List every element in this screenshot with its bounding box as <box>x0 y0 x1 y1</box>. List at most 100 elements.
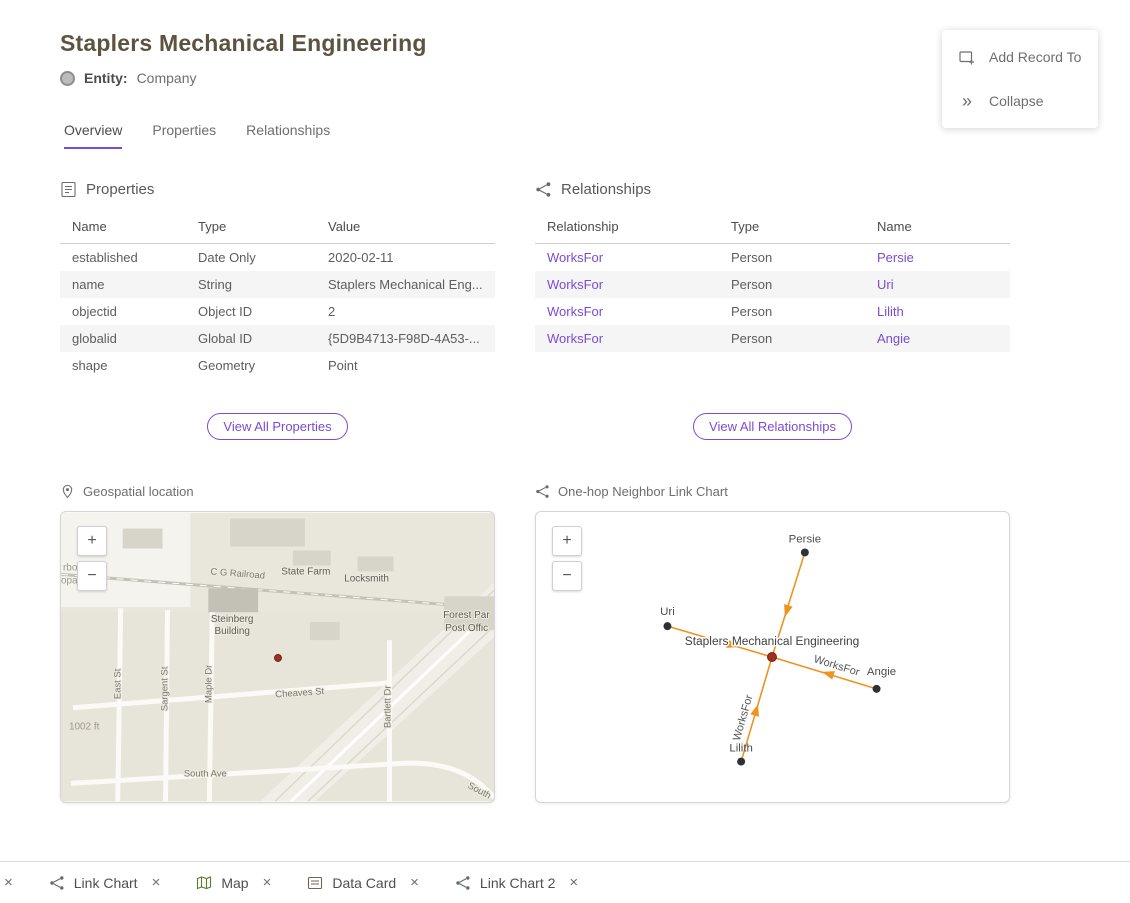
close-icon[interactable]: × <box>263 874 272 891</box>
table-row: WorksFor Person Persie <box>535 244 1010 271</box>
data-card-icon <box>307 875 323 891</box>
menu-item-collapse[interactable]: » Collapse <box>942 79 1098 123</box>
relationship-link[interactable]: WorksFor <box>535 271 723 298</box>
menu-item-label: Add Record To <box>989 49 1081 65</box>
table-header: Name Type Value <box>60 212 495 244</box>
link-chart-panel: + − <box>535 511 1010 803</box>
entity-link[interactable]: Lilith <box>869 298 1010 325</box>
zoom-out-button[interactable]: − <box>552 561 582 591</box>
link-chart-icon <box>49 875 65 891</box>
map-zoom-controls: + − <box>77 526 107 591</box>
entity-link[interactable]: Uri <box>869 271 1010 298</box>
relationships-icon <box>535 181 552 198</box>
col-header: Relationship <box>535 212 723 243</box>
tab-link-chart[interactable]: Link Chart × <box>49 874 161 891</box>
tab-properties[interactable]: Properties <box>152 122 216 149</box>
tab-overview[interactable]: Overview <box>64 122 122 149</box>
node-label: Persie <box>789 533 821 545</box>
tab-label: Link Chart 2 <box>480 875 555 891</box>
zoom-in-button[interactable]: + <box>77 526 107 556</box>
geospatial-section-title: Geospatial location <box>83 484 194 499</box>
node-persie[interactable] <box>801 548 809 556</box>
building <box>208 588 258 612</box>
node-uri[interactable] <box>663 622 671 630</box>
view-all-properties-button[interactable]: View All Properties <box>207 413 347 440</box>
tab-link-chart-2[interactable]: Link Chart 2 × <box>455 874 578 891</box>
add-record-icon <box>958 48 976 66</box>
link-chart-section-title: One-hop Neighbor Link Chart <box>558 484 728 499</box>
map-label: Building <box>215 626 250 637</box>
context-menu: Add Record To » Collapse <box>942 30 1098 128</box>
properties-section-title: Properties <box>86 181 154 198</box>
node-lilith[interactable] <box>737 758 745 766</box>
tab-label: Data Card <box>332 875 396 891</box>
menu-item-label: Collapse <box>989 93 1043 109</box>
link-chart-icon <box>455 875 471 891</box>
entity-link[interactable]: Angie <box>869 325 1010 352</box>
menu-item-add-record-to[interactable]: Add Record To <box>942 35 1098 79</box>
tab-label: Link Chart <box>74 875 138 891</box>
close-icon[interactable]: × <box>4 874 13 891</box>
table-row: name String Staplers Mechanical Eng... <box>60 271 495 298</box>
col-header: Name <box>60 212 190 243</box>
map-label: Steinberg <box>211 614 254 625</box>
tab-relationships[interactable]: Relationships <box>246 122 330 149</box>
map-label: Maple Dr <box>203 665 214 703</box>
map-label: South Ave <box>184 768 227 779</box>
col-header: Type <box>723 212 869 243</box>
map-label: Locksmith <box>344 573 389 584</box>
map-marker[interactable] <box>275 655 282 662</box>
close-icon[interactable]: × <box>410 874 419 891</box>
relationship-link[interactable]: WorksFor <box>535 244 723 271</box>
col-header: Type <box>190 212 320 243</box>
close-icon[interactable]: × <box>569 874 578 891</box>
link-chart-icon <box>535 484 550 499</box>
map-label: Bartlett Dr <box>382 686 393 728</box>
map-pin-icon <box>60 484 75 499</box>
tab-data-card[interactable]: Data Card × <box>307 874 419 891</box>
map-icon <box>196 875 212 891</box>
relationship-link[interactable]: WorksFor <box>535 298 723 325</box>
edge-label: WorksFor <box>812 653 861 678</box>
relationships-section-header: Relationships <box>535 181 1010 198</box>
table-row: globalid Global ID {5D9B4713-F98D-4A53-.… <box>60 325 495 352</box>
entity-link[interactable]: Persie <box>869 244 1010 271</box>
overview-content: Properties Name Type Value established D… <box>0 181 1130 803</box>
map-label: State Farm <box>281 566 330 577</box>
relationships-section-title: Relationships <box>561 181 651 198</box>
tab-label: Map <box>221 875 248 891</box>
bottom-tab-bar: × Link Chart × Map × <box>0 861 1130 903</box>
map-label: Forest Par <box>443 610 490 621</box>
collapse-icon: » <box>958 92 976 110</box>
tab-map[interactable]: Map × <box>196 874 271 891</box>
properties-table: Name Type Value established Date Only 20… <box>60 212 495 387</box>
col-header: Value <box>320 212 495 243</box>
close-icon[interactable]: × <box>152 874 161 891</box>
node-label: Lilith <box>729 743 753 755</box>
table-row: established Date Only 2020-02-11 <box>60 244 495 271</box>
map-canvas[interactable]: rbour opaedics C G Railroad State Farm L… <box>61 512 494 802</box>
relationship-link[interactable]: WorksFor <box>535 325 723 352</box>
zoom-in-button[interactable]: + <box>552 526 582 556</box>
table-row: WorksFor Person Uri <box>535 271 1010 298</box>
zoom-out-button[interactable]: − <box>77 561 107 591</box>
node-center-company[interactable] <box>768 653 777 662</box>
link-chart-canvas[interactable]: WorksFor WorksFor Persie Uri Angie Lilit… <box>536 512 1009 802</box>
node-label: Angie <box>867 666 896 678</box>
map-panel: + − <box>60 511 495 803</box>
relationships-table: Relationship Type Name WorksFor Person P… <box>535 212 1010 387</box>
view-all-relationships-button[interactable]: View All Relationships <box>693 413 852 440</box>
entity-type: Company <box>137 70 197 86</box>
chart-zoom-controls: + − <box>552 526 582 591</box>
node-label: Uri <box>660 606 675 618</box>
table-row: WorksFor Person Angie <box>535 325 1010 352</box>
map-label: Post Offic <box>445 623 488 634</box>
edge-label: WorksFor <box>731 693 756 742</box>
properties-icon <box>60 181 77 198</box>
col-header: Name <box>869 212 1010 243</box>
entity-type-swatch <box>60 71 75 86</box>
node-angie[interactable] <box>873 685 881 693</box>
entity-label: Entity: <box>84 70 128 86</box>
map-label: Sargent St <box>160 666 171 711</box>
properties-section-header: Properties <box>60 181 495 198</box>
